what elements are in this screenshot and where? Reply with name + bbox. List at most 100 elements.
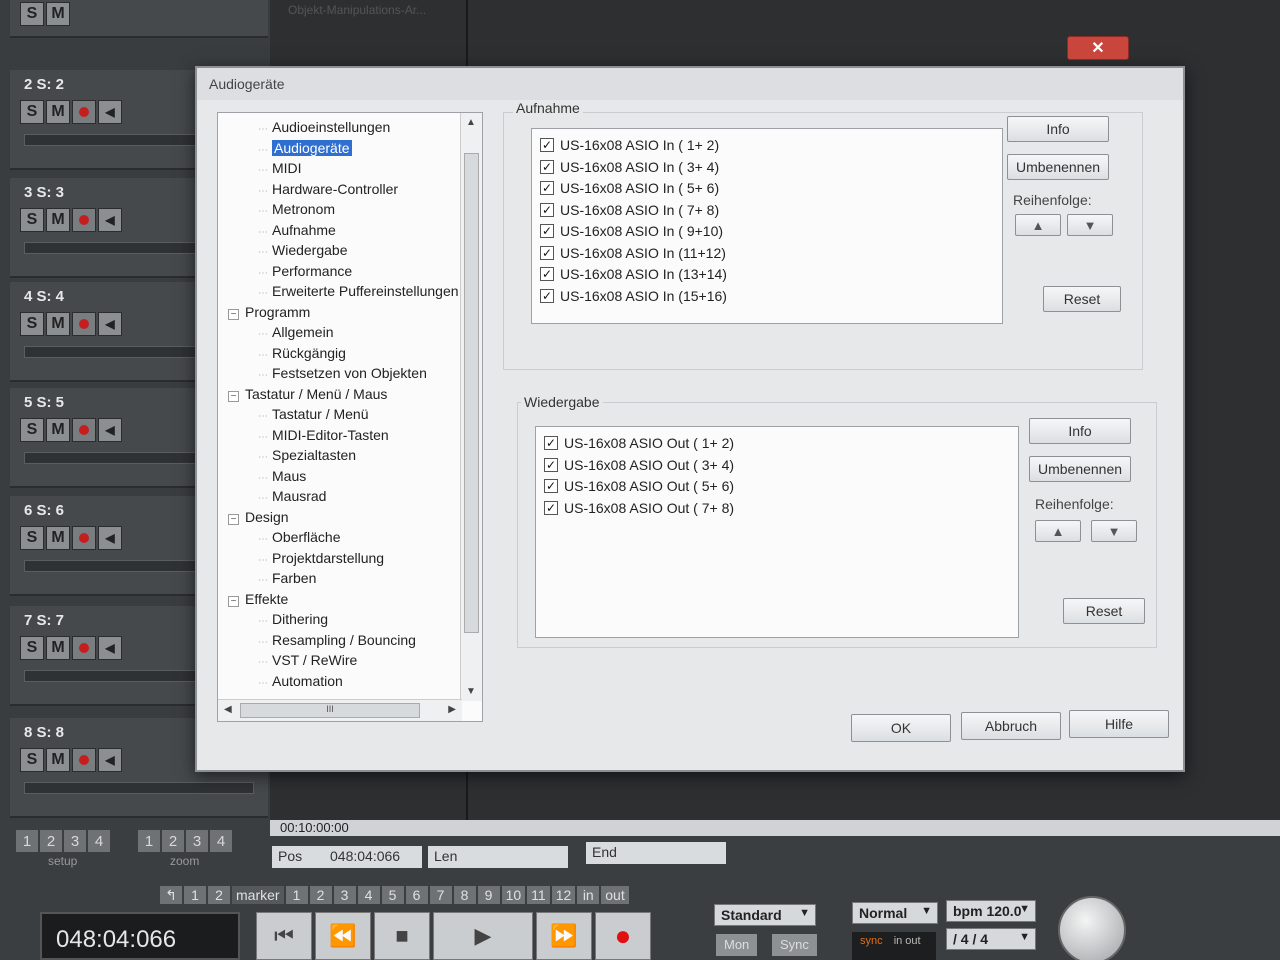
- tree-item[interactable]: Audiogeräte: [258, 139, 352, 156]
- tree-item[interactable]: − Effekte: [228, 591, 288, 607]
- tree-item[interactable]: Resampling / Bouncing: [258, 632, 416, 648]
- tree-item[interactable]: Mausrad: [258, 488, 326, 504]
- setup-button-2[interactable]: 2: [40, 830, 62, 852]
- tree-item[interactable]: VST / ReWire: [258, 652, 357, 668]
- speaker-icon[interactable]: ◀: [98, 636, 122, 660]
- zoom-button-1[interactable]: 1: [138, 830, 160, 852]
- reset-button[interactable]: Reset: [1063, 598, 1145, 624]
- tree-item[interactable]: Automation: [258, 673, 343, 689]
- device-row[interactable]: ✓ US-16x08 ASIO In ( 7+ 8): [540, 202, 719, 218]
- record-arm-button[interactable]: [72, 100, 96, 124]
- device-row[interactable]: ✓ US-16x08 ASIO In (13+14): [540, 266, 727, 282]
- device-row[interactable]: ✓ US-16x08 ASIO In ( 5+ 6): [540, 180, 719, 196]
- tree-item[interactable]: Festsetzen von Objekten: [258, 365, 427, 381]
- speaker-icon[interactable]: ◀: [98, 748, 122, 772]
- solo-button[interactable]: S: [20, 526, 44, 550]
- device-checkbox[interactable]: ✓: [540, 288, 554, 303]
- marker-8[interactable]: 8: [453, 886, 476, 904]
- rename-button[interactable]: Umbenennen: [1029, 456, 1131, 482]
- tree-item[interactable]: Metronom: [258, 201, 335, 217]
- mute-button[interactable]: M: [46, 748, 70, 772]
- input-device-list[interactable]: ✓ US-16x08 ASIO In ( 1+ 2) ✓ US-16x08 ASIO …: [531, 128, 1003, 324]
- hscroll-thumb[interactable]: III: [240, 703, 420, 718]
- end-field[interactable]: End: [586, 842, 726, 864]
- tree-item[interactable]: Erweiterte Puffereinstellungen: [258, 283, 459, 299]
- collapse-icon[interactable]: −: [228, 308, 239, 320]
- solo-button[interactable]: S: [20, 312, 44, 336]
- fast-forward-button[interactable]: ⏩: [536, 912, 592, 960]
- speaker-icon[interactable]: ◀: [98, 418, 122, 442]
- tree-item[interactable]: Dithering: [258, 611, 328, 627]
- mute-button[interactable]: M: [46, 100, 70, 124]
- move-up-button[interactable]: ▲: [1015, 214, 1061, 236]
- device-row[interactable]: ✓ US-16x08 ASIO Out ( 7+ 8): [544, 500, 734, 516]
- tree-item[interactable]: Oberfläche: [258, 529, 340, 545]
- track-1[interactable]: S M: [10, 0, 268, 38]
- device-row[interactable]: ✓ US-16x08 ASIO In ( 9+10): [540, 223, 723, 239]
- marker-nav-1[interactable]: 1: [184, 886, 206, 904]
- marker-7[interactable]: 7: [429, 886, 452, 904]
- record-button[interactable]: ●: [595, 912, 651, 960]
- tempo-knob[interactable]: [1058, 896, 1126, 960]
- device-checkbox[interactable]: ✓: [544, 436, 558, 450]
- tree-item[interactable]: MIDI: [258, 160, 302, 176]
- marker-1[interactable]: 1: [285, 886, 308, 904]
- tree-item[interactable]: Aufnahme: [258, 222, 336, 238]
- device-checkbox[interactable]: ✓: [540, 245, 554, 260]
- marker-12[interactable]: 12: [551, 886, 576, 904]
- marker-nav-2[interactable]: 2: [208, 886, 230, 904]
- mute-button[interactable]: M: [46, 636, 70, 660]
- device-checkbox[interactable]: ✓: [540, 181, 554, 195]
- mute-button[interactable]: M: [46, 312, 70, 336]
- tree-item[interactable]: Performance: [258, 263, 352, 279]
- speaker-icon[interactable]: ◀: [98, 100, 122, 124]
- tree-item[interactable]: Maus: [258, 468, 306, 484]
- rewind-start-button[interactable]: ⏮: [256, 912, 312, 960]
- out-button[interactable]: out: [601, 886, 629, 904]
- record-arm-button[interactable]: [72, 208, 96, 232]
- tree-item[interactable]: Audioeinstellungen: [258, 119, 390, 135]
- move-down-button[interactable]: ▼: [1091, 520, 1137, 542]
- record-arm-button[interactable]: [72, 636, 96, 660]
- stop-button[interactable]: ■: [374, 912, 430, 960]
- move-down-button[interactable]: ▼: [1067, 214, 1113, 236]
- marker-4[interactable]: 4: [357, 886, 380, 904]
- collapse-icon[interactable]: −: [228, 513, 239, 525]
- rename-button[interactable]: Umbenennen: [1007, 154, 1109, 180]
- len-field[interactable]: Len: [428, 846, 568, 868]
- device-row[interactable]: ✓ US-16x08 ASIO In ( 1+ 2): [540, 137, 719, 153]
- tree-item[interactable]: Hardware-Controller: [258, 181, 398, 197]
- solo-button[interactable]: S: [20, 748, 44, 772]
- device-checkbox[interactable]: ✓: [544, 500, 558, 515]
- scroll-thumb[interactable]: [464, 153, 479, 633]
- tree-vertical-scrollbar[interactable]: ▲ ▼: [460, 113, 482, 701]
- bpm-select[interactable]: bpm 120.0 ▼: [946, 900, 1036, 922]
- rewind-button[interactable]: ⏪: [315, 912, 371, 960]
- device-row[interactable]: ✓ US-16x08 ASIO Out ( 5+ 6): [544, 478, 734, 494]
- tree-item[interactable]: Spezialtasten: [258, 447, 356, 463]
- speaker-icon[interactable]: ◀: [98, 312, 122, 336]
- help-button[interactable]: Hilfe: [1069, 710, 1169, 738]
- in-button[interactable]: in: [577, 886, 600, 904]
- normal-select[interactable]: Normal ▼: [852, 902, 938, 924]
- record-arm-button[interactable]: [72, 526, 96, 550]
- speaker-icon[interactable]: ◀: [98, 526, 122, 550]
- device-checkbox[interactable]: ✓: [544, 457, 558, 472]
- settings-tree[interactable]: Audioeinstellungen Audiogeräte MIDI Hardwar…: [217, 112, 483, 722]
- device-row[interactable]: ✓ US-16x08 ASIO In (11+12): [540, 245, 726, 261]
- tree-item[interactable]: Allgemein: [258, 324, 333, 340]
- device-checkbox[interactable]: ✓: [540, 202, 554, 217]
- solo-button[interactable]: S: [20, 208, 44, 232]
- info-button[interactable]: Info: [1007, 116, 1109, 142]
- device-checkbox[interactable]: ✓: [540, 267, 554, 281]
- tree-item[interactable]: − Programm: [228, 304, 310, 320]
- setup-button-3[interactable]: 3: [64, 830, 86, 852]
- device-checkbox[interactable]: ✓: [544, 479, 558, 493]
- device-checkbox[interactable]: ✓: [540, 224, 554, 238]
- device-row[interactable]: ✓ US-16x08 ASIO Out ( 1+ 2): [544, 435, 734, 451]
- marker-back-button[interactable]: ↰: [160, 886, 182, 904]
- mute-button[interactable]: M: [46, 2, 70, 26]
- tree-item[interactable]: − Design: [228, 509, 289, 525]
- move-up-button[interactable]: ▲: [1035, 520, 1081, 542]
- solo-button[interactable]: S: [20, 2, 44, 26]
